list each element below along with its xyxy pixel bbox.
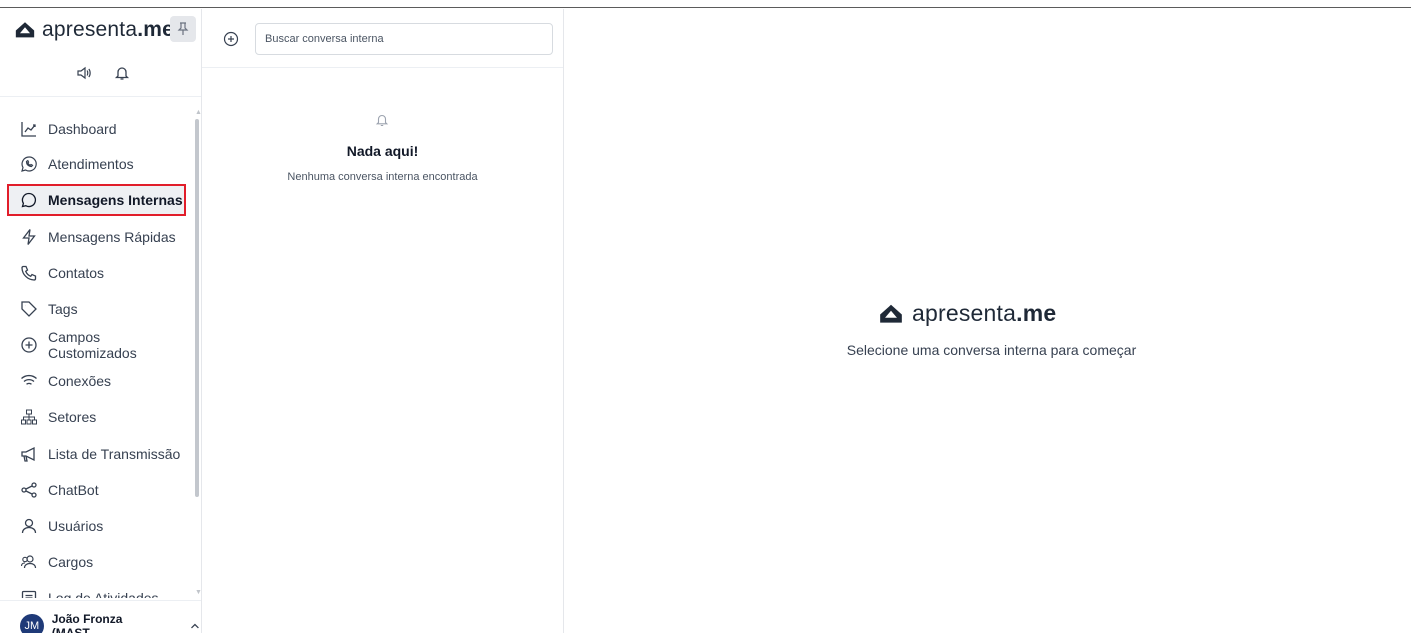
bell-icon [114,67,130,80]
brand-name: apresenta.me [912,300,1057,326]
hierarchy-icon [21,409,37,425]
sound-button[interactable] [76,65,92,81]
sidebar-item-label: Dashboard [48,121,117,137]
sidebar-item-tags[interactable]: Tags [8,293,184,325]
sidebar-item-label: Mensagens Internas [48,192,183,208]
sidebar-item-mensagens-rapidas[interactable]: Mensagens Rápidas [8,221,184,253]
sidebar-item-setores[interactable]: Setores [8,401,184,433]
plus-circle-icon [21,337,37,353]
sidebar-item-log-atividades[interactable]: Log de Atividades [8,582,184,598]
sidebar-nav: Dashboard Atendimentos Mensagens Interna… [0,103,196,598]
scroll-up-icon[interactable]: ▲ [195,109,202,116]
sidebar-item-label: Log de Atividades [48,590,159,598]
sidebar-item-usuarios[interactable]: Usuários [8,510,184,542]
window-top-border [0,0,1411,8]
sidebar-item-label: Setores [48,409,97,425]
wifi-icon [21,374,37,388]
new-conversation-button[interactable] [222,30,240,48]
divider [202,67,563,68]
scrollbar-thumb[interactable] [195,119,199,497]
search-input[interactable] [255,23,553,55]
avatar: JM [20,614,44,633]
empty-state-subtitle: Nenhuma conversa interna encontrada [287,171,478,183]
house-logo-icon [15,22,35,38]
sidebar-item-chatbot[interactable]: ChatBot [8,474,184,506]
tag-icon [21,301,37,317]
sidebar-item-label: Tags [48,301,78,317]
whatsapp-icon [21,156,37,172]
sidebar-scrollbar[interactable]: ▲ ▼ [194,109,202,599]
sidebar-item-label: Campos Customizados [48,329,137,361]
sidebar-item-label: Contatos [48,265,105,281]
sidebar-item-atendimentos[interactable]: Atendimentos [8,148,184,180]
sidebar-item-conexoes[interactable]: Conexões [8,365,184,397]
main-brand-logo: apresenta.me [878,300,1056,327]
divider [0,96,201,97]
brand-logo: apresenta.me [14,18,174,42]
sidebar-item-cargos[interactable]: Cargos [8,546,184,578]
conversation-list-panel: Nada aqui! Nenhuma conversa interna enco… [202,9,564,633]
speaker-icon [77,66,91,80]
pin-icon [177,22,189,35]
plus-circle-icon [223,31,239,47]
user-name: João Fronza (MAST... [51,612,123,633]
user-icon [21,518,37,534]
sidebar-item-label: Lista de Transmissão [48,446,181,462]
divider [0,600,201,601]
brand-name: apresenta.me [42,18,174,41]
sidebar-item-contatos[interactable]: Contatos [8,257,184,289]
chevron-up-icon[interactable] [189,620,201,632]
zap-icon [22,229,36,245]
message-circle-icon [21,192,37,208]
sidebar-item-mensagens-internas[interactable]: Mensagens Internas [7,184,186,216]
user-menu[interactable]: JM João Fronza (MAST... [20,612,201,633]
megaphone-icon [21,446,35,462]
notifications-button[interactable] [114,65,130,81]
sidebar-item-label: ChatBot [48,482,99,498]
select-conversation-message: Selecione uma conversa interna para come… [846,342,1137,358]
share-icon [21,482,37,498]
house-logo-icon [880,304,902,323]
sidebar-item-campos-customizados[interactable]: Campos Customizados [8,329,184,361]
list-icon [21,590,37,598]
users-icon [20,555,37,569]
sidebar-item-label: Atendimentos [48,156,134,172]
chart-line-icon [21,122,36,137]
sidebar-item-lista-transmissao[interactable]: Lista de Transmissão [8,438,184,470]
sidebar-item-label: Conexões [48,373,112,389]
sidebar-item-label: Cargos [48,554,94,570]
sidebar-item-label: Usuários [48,518,104,534]
empty-state-title: Nada aqui! [346,143,419,159]
sidebar-item-dashboard[interactable]: Dashboard [8,113,184,145]
pin-sidebar-button[interactable] [170,16,196,42]
sidebar-item-label: Mensagens Rápidas [48,229,176,245]
scroll-down-icon[interactable]: ▼ [195,589,202,596]
empty-bell-icon [375,113,389,127]
sidebar: apresenta.me Dashboard Atendimentos Mens… [0,9,202,633]
main-panel: apresenta.me Selecione uma conversa inte… [564,9,1411,633]
phone-icon [21,265,37,281]
